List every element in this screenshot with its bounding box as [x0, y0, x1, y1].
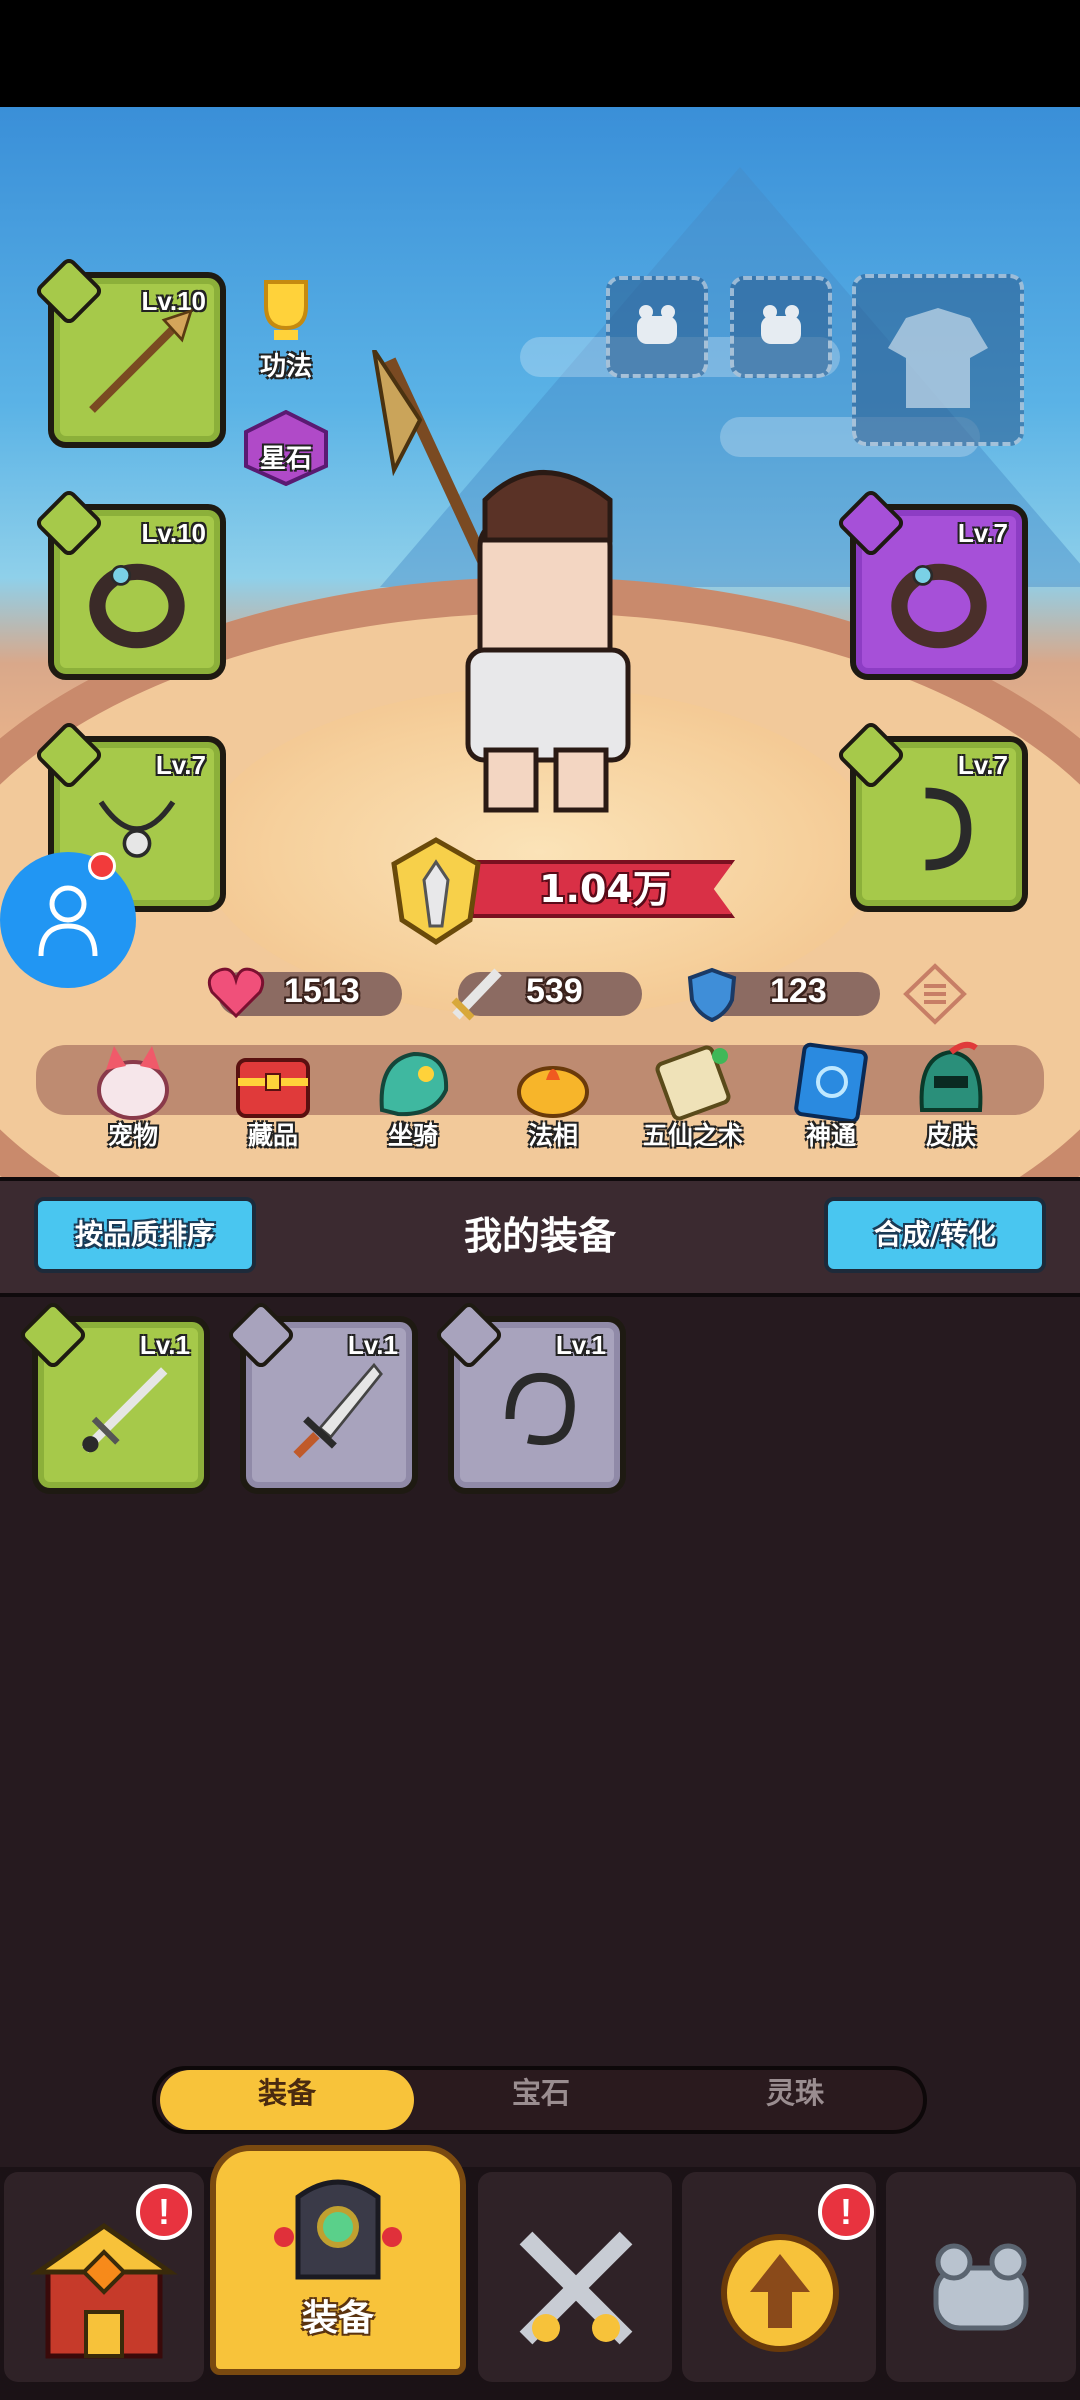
- menu-shentong[interactable]: 神通: [776, 1040, 886, 1160]
- tab-equipment[interactable]: 装备: [160, 2070, 414, 2130]
- sort-by-quality-button[interactable]: 按品质排序: [34, 1197, 256, 1273]
- nav-locked[interactable]: [886, 2172, 1076, 2382]
- ring-slot-left[interactable]: Lv.10: [33, 487, 226, 680]
- nav-label: 装备: [301, 2298, 374, 2339]
- lock-icon: [761, 305, 801, 344]
- crossed-swords-icon: [519, 2231, 633, 2345]
- sub-tab-bar: 装备 宝石 灵珠: [152, 2066, 927, 2134]
- mount-icon: [379, 1051, 449, 1117]
- menu-collection[interactable]: 藏品: [218, 1040, 328, 1160]
- sword-icon: [81, 1367, 168, 1453]
- menu-label: 法相: [527, 1121, 578, 1150]
- lock-icon: [933, 2243, 1029, 2331]
- merge-convert-button[interactable]: 合成/转化: [824, 1197, 1046, 1273]
- menu-label: 宠物: [107, 1121, 158, 1150]
- menu-pet[interactable]: 宠物: [78, 1040, 188, 1160]
- teapot-icon: [517, 1066, 589, 1118]
- xingshi-label: 星石: [259, 444, 312, 474]
- menu-label: 神通: [805, 1121, 856, 1150]
- menu-mount[interactable]: 坐骑: [358, 1040, 468, 1160]
- pet-icon: [97, 1046, 169, 1120]
- spellbook-icon: [794, 1042, 868, 1124]
- tab-spirit-beads[interactable]: 灵珠: [668, 2070, 922, 2130]
- empty-slot[interactable]: [730, 276, 832, 378]
- person-icon: [38, 885, 98, 957]
- menu-label: 五仙之术: [642, 1121, 743, 1150]
- hp-value: 1513: [284, 972, 360, 1010]
- defense-value: 123: [770, 972, 827, 1010]
- profile-button[interactable]: [0, 852, 136, 988]
- hero-character: [372, 350, 631, 813]
- spear-icon: [89, 308, 194, 413]
- shop-alert-badge: !: [136, 2184, 192, 2240]
- scroll-icon: [655, 1045, 731, 1121]
- menu-label: 皮肤: [925, 1121, 976, 1150]
- ring-icon: [891, 563, 987, 649]
- combat-power-value: 1.04万: [539, 867, 671, 911]
- upgrade-alert-badge: !: [818, 2184, 874, 2240]
- inventory-item[interactable]: Lv.1: [225, 1299, 418, 1494]
- bracelet-icon: [505, 1372, 575, 1446]
- menu-wuxian[interactable]: 五仙之术: [638, 1040, 748, 1160]
- menu-skin[interactable]: 皮肤: [896, 1040, 1006, 1160]
- notification-dot: [88, 852, 116, 880]
- inventory-title: 我的装备: [463, 1214, 616, 1258]
- shield-icon: [687, 967, 737, 1022]
- gongfa-label: 功法: [259, 352, 312, 382]
- nav-battle[interactable]: [478, 2172, 672, 2382]
- xingshi-button[interactable]: 星石: [240, 409, 332, 518]
- bracelet-slot[interactable]: Lv.7: [835, 719, 1028, 912]
- menu-label: 藏品: [247, 1121, 298, 1150]
- bracelet-icon: [925, 787, 972, 871]
- equipment-armor-icon: [274, 2179, 402, 2280]
- menu-faxiang[interactable]: 法相: [498, 1040, 608, 1160]
- empty-armor-slot[interactable]: [852, 274, 1024, 446]
- weapon-slot[interactable]: Lv.10: [33, 255, 226, 448]
- nav-equipment[interactable]: 装备: [210, 2145, 466, 2375]
- status-bar: [0, 0, 1080, 107]
- gongfa-button[interactable]: 功法: [240, 276, 332, 384]
- heart-icon: [207, 967, 265, 1019]
- helmet-icon: [919, 1041, 983, 1112]
- upgrade-arrow-icon: [721, 2234, 839, 2352]
- combat-power-icon: [391, 837, 481, 945]
- inventory-item[interactable]: Lv.1: [17, 1299, 210, 1494]
- ring-slot-right[interactable]: Lv.7: [835, 487, 1028, 680]
- attack-value: 539: [526, 972, 583, 1010]
- ring-icon: [89, 563, 185, 649]
- inventory-item[interactable]: Lv.1: [433, 1299, 626, 1494]
- sword-icon: [451, 968, 502, 1021]
- treasure-chest-icon: [236, 1058, 310, 1118]
- trophy-icon: [264, 280, 308, 340]
- tab-gems[interactable]: 宝石: [414, 2070, 668, 2130]
- menu-label: 坐骑: [387, 1121, 438, 1150]
- dagger-icon: [293, 1362, 383, 1459]
- stats-detail-icon[interactable]: [900, 962, 970, 1026]
- armor-icon: [888, 308, 988, 408]
